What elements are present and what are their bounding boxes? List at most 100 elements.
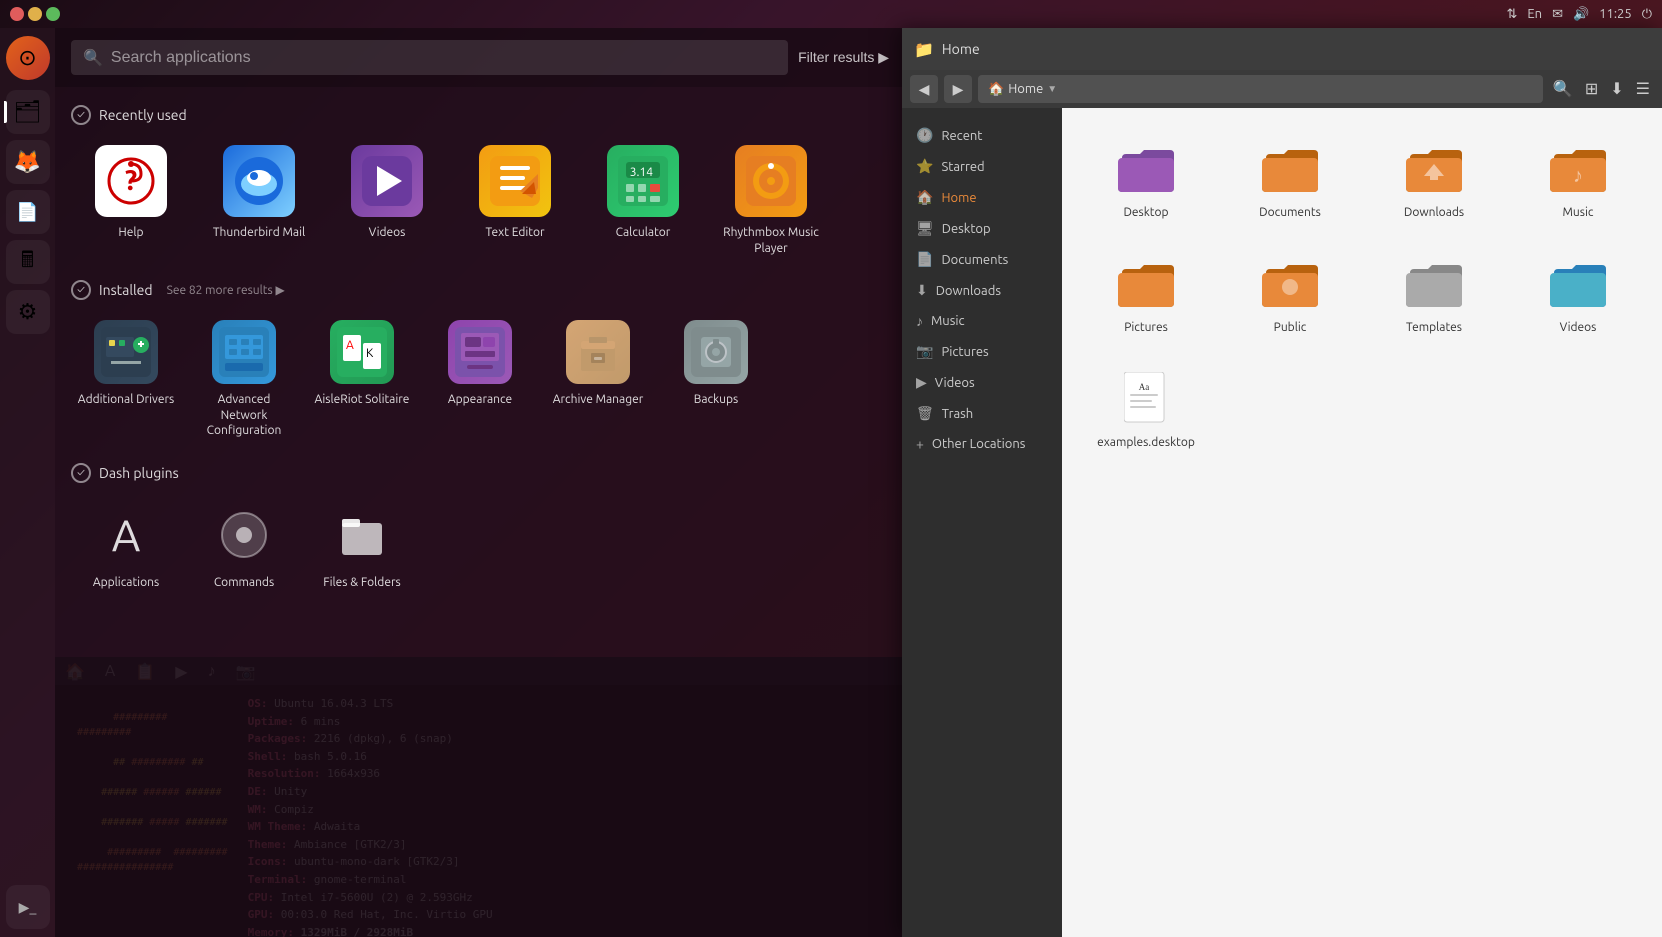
app-backups[interactable]: Backups xyxy=(661,312,771,447)
dash-button[interactable]: ⊙ xyxy=(6,36,50,80)
power-icon[interactable]: ⏻ xyxy=(1642,7,1652,22)
downloads-folder-label: Downloads xyxy=(1404,206,1464,219)
fm-sidebar-desktop[interactable]: 🖥 Desktop xyxy=(902,213,1062,244)
fm-sidebar-videos[interactable]: ▶ Videos xyxy=(902,367,1062,398)
search-input-wrap[interactable]: 🔍 xyxy=(71,40,788,75)
plugin-applications[interactable]: A Applications xyxy=(71,495,181,599)
videos-folder-label: Videos xyxy=(1560,321,1597,334)
svg-text:A: A xyxy=(112,511,141,560)
texteditor-icon xyxy=(479,145,551,217)
app-rhythmbox[interactable]: Rhythmbox Music Player xyxy=(711,137,831,264)
fm-sidebar-music[interactable]: ♪ Music xyxy=(902,306,1062,336)
texteditor-label: Text Editor xyxy=(485,225,544,241)
app-archive[interactable]: Archive Manager xyxy=(543,312,653,447)
plugin-files-folders[interactable]: Files & Folders xyxy=(307,495,417,599)
svg-text:3.14: 3.14 xyxy=(630,166,653,179)
documents-folder-label: Documents xyxy=(1259,206,1321,219)
home-icon: 🏠 xyxy=(916,189,933,206)
additional-drivers-icon xyxy=(94,320,158,384)
fm-sidebar-recent[interactable]: 🕐 Recent xyxy=(902,120,1062,151)
fm-sidebar-other-locations[interactable]: + Other Locations xyxy=(902,429,1062,459)
public-folder-label: Public xyxy=(1274,321,1307,334)
backups-label: Backups xyxy=(694,392,739,408)
app-additional-drivers[interactable]: Additional Drivers xyxy=(71,312,181,447)
app-texteditor[interactable]: Text Editor xyxy=(455,137,575,264)
downloads-icon: ⬇ xyxy=(916,282,928,299)
fm-file-templates[interactable]: Templates xyxy=(1370,243,1498,342)
launcher-icon-files[interactable]: 🗂 xyxy=(6,90,50,134)
files-icon: 🗂 xyxy=(14,99,42,125)
language-indicator: En xyxy=(1527,7,1542,21)
fm-search-button[interactable]: 🔍 xyxy=(1549,75,1577,103)
app-appearance[interactable]: Appearance xyxy=(425,312,535,447)
fm-sidebar-pictures[interactable]: 📷 Pictures xyxy=(902,336,1062,367)
help-label: Help xyxy=(118,225,143,241)
fm-file-documents[interactable]: Documents xyxy=(1226,128,1354,227)
fm-sidebar-downloads[interactable]: ⬇ Downloads xyxy=(902,275,1062,306)
installed-check-icon: ✓ xyxy=(71,280,91,300)
launcher-icon-libreoffice[interactable]: 📄 xyxy=(6,190,50,234)
search-input[interactable] xyxy=(111,49,776,67)
minimize-button[interactable] xyxy=(28,7,42,21)
app-solitaire[interactable]: A K AisleRiot Solitaire xyxy=(307,312,417,447)
fm-file-music[interactable]: ♪ Music xyxy=(1514,128,1642,227)
app-network-config[interactable]: Advanced Network Configuration xyxy=(189,312,299,447)
fm-file-videos[interactable]: Videos xyxy=(1514,243,1642,342)
network-config-icon xyxy=(212,320,276,384)
fm-menu-button[interactable]: ☰ xyxy=(1632,75,1654,103)
window-controls xyxy=(10,7,60,21)
fm-main-area: Desktop Documents xyxy=(1062,108,1662,937)
see-more-link[interactable]: See 82 more results ▶ xyxy=(167,283,285,297)
trash-icon: 🗑 xyxy=(916,405,934,422)
fm-sidebar-documents[interactable]: 📄 Documents xyxy=(902,244,1062,275)
fm-file-downloads[interactable]: Downloads xyxy=(1370,128,1498,227)
network-icon: ⇅ xyxy=(1506,7,1517,22)
fm-sidebar-music-label: Music xyxy=(931,314,965,328)
fm-sidebar-starred[interactable]: ⭐ Starred xyxy=(902,151,1062,182)
documents-icon: 📄 xyxy=(916,251,933,268)
app-thunderbird[interactable]: Thunderbird Mail xyxy=(199,137,319,264)
fm-sidebar-trash[interactable]: 🗑 Trash xyxy=(902,398,1062,429)
solitaire-label: AisleRiot Solitaire xyxy=(315,392,410,408)
plugin-commands[interactable]: Commands xyxy=(189,495,299,599)
close-button[interactable] xyxy=(10,7,24,21)
applications-plugin-icon: A xyxy=(94,503,158,567)
dash-overlay: 🔍 Filter results ▶ ✓ Recently used ? xyxy=(55,28,905,937)
filter-results-button[interactable]: Filter results ▶ xyxy=(798,49,889,66)
fm-sidebar-other-locations-label: Other Locations xyxy=(932,437,1026,451)
app-calculator[interactable]: 3.14 Calculator xyxy=(583,137,703,264)
help-icon: ? xyxy=(95,145,167,217)
app-help[interactable]: ? Help xyxy=(71,137,191,264)
fm-file-examples-desktop[interactable]: Aa examples.desktop xyxy=(1082,358,1210,457)
app-videos[interactable]: Videos xyxy=(327,137,447,264)
fm-sidebar-home-label: Home xyxy=(941,191,976,205)
appearance-icon xyxy=(448,320,512,384)
launcher-icon-terminal[interactable]: ▶_ xyxy=(6,885,50,929)
fm-forward-button[interactable]: ▶ xyxy=(944,75,972,103)
fm-sidebar-home[interactable]: 🏠 Home xyxy=(902,182,1062,213)
fm-sort-button[interactable]: ⬇ xyxy=(1606,75,1627,103)
pictures-folder-icon xyxy=(1114,251,1178,315)
installed-grid: Additional Drivers Ad xyxy=(71,312,889,447)
maximize-button[interactable] xyxy=(46,7,60,21)
rhythmbox-icon xyxy=(735,145,807,217)
clock: 11:25 xyxy=(1599,7,1632,21)
recently-used-grid: ? Help Thunderbird Mail xyxy=(71,137,889,264)
commands-plugin-label: Commands xyxy=(214,575,274,591)
launcher-icon-calc[interactable]: 🖩 xyxy=(6,240,50,284)
fm-file-desktop[interactable]: Desktop xyxy=(1082,128,1210,227)
fm-sidebar: 🕐 Recent ⭐ Starred 🏠 Home 🖥 Desktop 📄 Do… xyxy=(902,108,1062,937)
examples-desktop-icon: Aa xyxy=(1114,366,1178,430)
dash-plugins-header: ✓ Dash plugins xyxy=(71,463,889,483)
search-bar: 🔍 Filter results ▶ xyxy=(55,28,905,87)
fm-path-dropdown[interactable]: ▼ xyxy=(1047,83,1057,95)
launcher-icon-firefox[interactable]: 🦊 xyxy=(6,140,50,184)
fm-file-pictures[interactable]: Pictures xyxy=(1082,243,1210,342)
fm-title: Home xyxy=(942,41,980,57)
videos-icon xyxy=(351,145,423,217)
filemanager-window: 📁 Home ◀ ▶ 🏠 Home ▼ 🔍 ⊞ ⬇ ☰ 🕐 Recent ⭐ S… xyxy=(902,28,1662,937)
launcher-icon-settings[interactable]: ⚙ xyxy=(6,290,50,334)
fm-view-toggle-button[interactable]: ⊞ xyxy=(1581,75,1602,103)
fm-back-button[interactable]: ◀ xyxy=(910,75,938,103)
fm-file-public[interactable]: Public xyxy=(1226,243,1354,342)
